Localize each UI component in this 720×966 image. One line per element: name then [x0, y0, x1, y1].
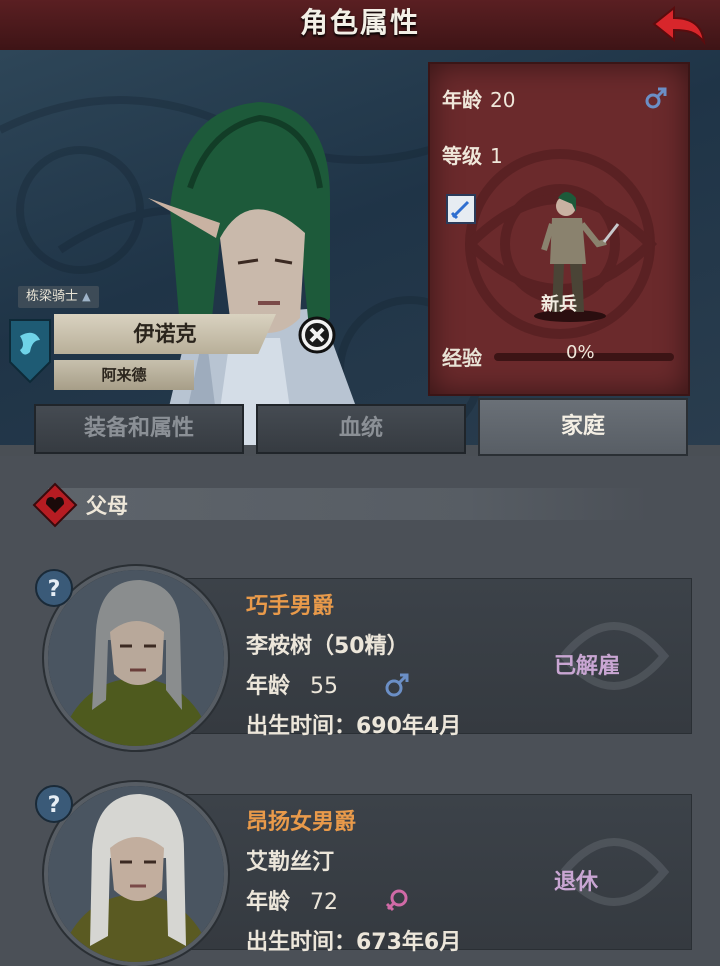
member-birth: 出生时间：690年4月	[246, 714, 462, 739]
section-header-parents: 父母	[30, 482, 690, 528]
stats-panel: 年龄 20 等级 1 新兵 经验 0%	[428, 62, 690, 396]
family-card-mother[interactable]: ? 昂扬女男爵 艾勒丝汀 年龄 72 出生时间：673年6月 退休	[34, 782, 692, 966]
exp-value: 0%	[566, 342, 595, 363]
house-name: 阿来德	[101, 366, 147, 384]
section-label: 父母	[86, 494, 128, 518]
tab-family[interactable]: 家庭	[478, 398, 688, 456]
heart-icon	[32, 482, 78, 528]
age-value: 72	[310, 890, 339, 915]
house-icon: ▲	[82, 290, 91, 303]
member-status: 退休	[554, 870, 599, 895]
age-value: 20	[490, 88, 516, 112]
character-portrait	[148, 102, 370, 445]
member-title: 昂扬女男爵	[246, 810, 357, 835]
tab-bar: 装备和属性 血统 家庭	[0, 398, 720, 456]
page-title: 角色属性	[299, 6, 420, 39]
class-name: 新兵	[541, 294, 577, 315]
father-portrait	[48, 570, 224, 746]
age-label: 年龄	[246, 890, 291, 915]
member-name: 李桉树（50精）	[246, 634, 409, 659]
tab-equipment[interactable]: 装备和属性	[34, 404, 244, 454]
mother-portrait	[48, 786, 224, 962]
dragon-crest-icon	[9, 319, 51, 384]
level-label: 等级	[442, 144, 482, 168]
member-title: 巧手男爵	[246, 594, 335, 619]
member-status: 已解雇	[554, 654, 621, 679]
member-age-row: 年龄 55	[246, 668, 338, 700]
svg-text:?: ?	[48, 577, 61, 602]
name-plate: 伊诺克	[54, 314, 276, 354]
level-value: 1	[490, 144, 503, 168]
age-value: 55	[310, 674, 339, 699]
family-content: 父母 ? 巧手男爵 李桉树（50精） 年龄 55 出生时间：690年4月 已解雇…	[0, 456, 720, 966]
character-name: 伊诺克	[133, 322, 197, 346]
sword-icon[interactable]	[446, 194, 476, 224]
rank-label: 栋梁骑士	[26, 289, 79, 304]
tab-bloodline[interactable]: 血统	[256, 404, 466, 454]
svg-text:?: ?	[48, 793, 61, 818]
back-arrow-icon[interactable]	[650, 4, 708, 46]
age-label: 年龄	[442, 88, 482, 112]
section-band	[48, 488, 648, 520]
male-icon	[645, 87, 667, 109]
level-row: 等级 1	[442, 140, 503, 169]
member-name: 艾勒丝汀	[246, 850, 335, 875]
rank-tag: 栋梁骑士 ▲	[18, 286, 99, 308]
family-card-father[interactable]: ? 巧手男爵 李桉树（50精） 年龄 55 出生时间：690年4月 已解雇	[34, 566, 692, 750]
age-row: 年龄 20	[442, 84, 515, 113]
age-label: 年龄	[246, 674, 291, 699]
question-icon[interactable]: ?	[34, 568, 74, 608]
female-icon	[385, 889, 408, 912]
member-birth: 出生时间：673年6月	[246, 930, 462, 955]
dismiss-icon[interactable]	[298, 316, 336, 354]
exp-label: 经验	[442, 346, 482, 370]
member-age-row: 年龄 72	[246, 884, 338, 916]
house-plate: 阿来德	[54, 360, 194, 390]
male-icon	[385, 673, 409, 697]
question-icon[interactable]: ?	[34, 784, 74, 824]
title-bar: 角色属性	[0, 0, 720, 52]
